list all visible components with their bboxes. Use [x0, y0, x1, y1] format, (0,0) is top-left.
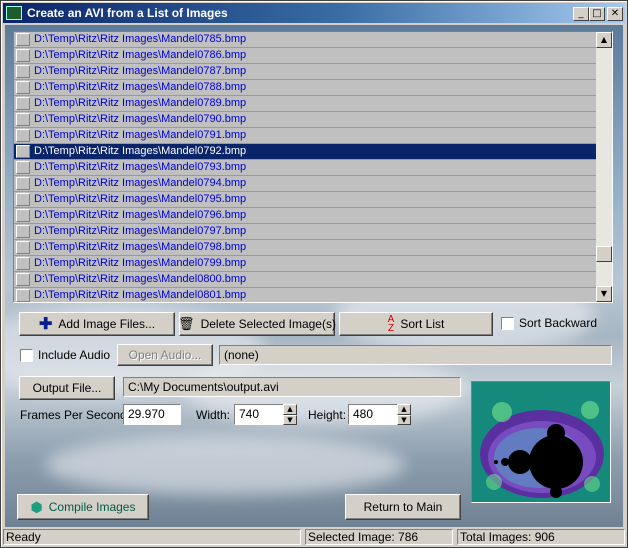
sort-list-button[interactable]: AZ Sort List — [339, 312, 493, 336]
scroll-down-button[interactable]: ▼ — [596, 286, 612, 302]
sort-backward-label: Sort Backward — [519, 316, 598, 330]
row-handle[interactable] — [16, 273, 30, 286]
sort-backward-checkbox[interactable] — [501, 317, 514, 330]
audio-file-field: (none) — [219, 345, 612, 365]
include-audio-checkbox[interactable] — [20, 349, 33, 362]
list-item[interactable]: D:\Temp\Ritz\Ritz Images\Mandel0794.bmp — [14, 176, 596, 192]
film-icon — [6, 6, 22, 20]
output-path-field[interactable]: C:\My Documents\output.avi — [123, 377, 461, 397]
file-path: D:\Temp\Ritz\Ritz Images\Mandel0801.bmp — [34, 289, 247, 301]
fps-input[interactable]: 29.970 — [123, 404, 181, 425]
status-total-images: Total Images: 906 — [457, 529, 625, 545]
list-item[interactable]: D:\Temp\Ritz\Ritz Images\Mandel0799.bmp — [14, 256, 596, 272]
row-handle[interactable] — [16, 49, 30, 62]
status-bar: Ready Selected Image: 786 Total Images: … — [3, 529, 625, 545]
file-path: D:\Temp\Ritz\Ritz Images\Mandel0795.bmp — [34, 193, 247, 205]
width-label: Width: — [196, 408, 231, 422]
list-item[interactable]: D:\Temp\Ritz\Ritz Images\Mandel0791.bmp — [14, 128, 596, 144]
list-item[interactable]: D:\Temp\Ritz\Ritz Images\Mandel0798.bmp — [14, 240, 596, 256]
row-handle[interactable] — [16, 241, 30, 254]
list-item[interactable]: D:\Temp\Ritz\Ritz Images\Mandel0788.bmp — [14, 80, 596, 96]
list-item[interactable]: D:\Temp\Ritz\Ritz Images\Mandel0801.bmp — [14, 288, 596, 302]
file-path: D:\Temp\Ritz\Ritz Images\Mandel0785.bmp — [34, 33, 247, 45]
list-item[interactable]: D:\Temp\Ritz\Ritz Images\Mandel0789.bmp — [14, 96, 596, 112]
file-path: D:\Temp\Ritz\Ritz Images\Mandel0790.bmp — [34, 113, 247, 125]
list-scrollbar[interactable]: ▲ ▼ — [596, 32, 612, 302]
row-handle[interactable] — [16, 225, 30, 238]
scroll-thumb[interactable] — [596, 246, 612, 262]
list-item[interactable]: D:\Temp\Ritz\Ritz Images\Mandel0785.bmp — [14, 32, 596, 48]
return-to-main-button[interactable]: Return to Main — [345, 494, 461, 520]
row-handle[interactable] — [16, 177, 30, 190]
list-item[interactable]: D:\Temp\Ritz\Ritz Images\Mandel0800.bmp — [14, 272, 596, 288]
row-handle[interactable] — [16, 145, 30, 158]
row-handle[interactable] — [16, 129, 30, 142]
fps-label: Frames Per Second: — [20, 408, 131, 422]
trash-icon: 🗑 — [178, 316, 195, 331]
sort-az-icon: AZ — [387, 314, 395, 334]
height-stepper[interactable]: ▲ ▼ — [397, 404, 411, 425]
open-audio-button[interactable]: Open Audio... — [117, 344, 213, 366]
list-item[interactable]: D:\Temp\Ritz\Ritz Images\Mandel0793.bmp — [14, 160, 596, 176]
row-handle[interactable] — [16, 113, 30, 126]
width-input[interactable]: 740 — [234, 404, 284, 425]
add-image-files-button[interactable]: ✚ Add Image Files... — [19, 312, 175, 336]
scroll-up-button[interactable]: ▲ — [596, 32, 612, 48]
mandelbrot-preview-image — [472, 382, 610, 502]
output-file-button[interactable]: Output File... — [19, 376, 115, 400]
minimize-button[interactable]: _ — [573, 7, 589, 21]
file-path: D:\Temp\Ritz\Ritz Images\Mandel0791.bmp — [34, 129, 247, 141]
image-preview — [471, 381, 611, 503]
status-selected-image: Selected Image: 786 — [305, 529, 453, 545]
file-path: D:\Temp\Ritz\Ritz Images\Mandel0793.bmp — [34, 161, 247, 173]
row-handle[interactable] — [16, 33, 30, 46]
file-path: D:\Temp\Ritz\Ritz Images\Mandel0794.bmp — [34, 177, 247, 189]
row-handle[interactable] — [16, 257, 30, 270]
plus-icon: ✚ — [38, 316, 53, 333]
row-handle[interactable] — [16, 209, 30, 222]
file-path: D:\Temp\Ritz\Ritz Images\Mandel0798.bmp — [34, 241, 247, 253]
list-item[interactable]: D:\Temp\Ritz\Ritz Images\Mandel0787.bmp — [14, 64, 596, 80]
row-handle[interactable] — [16, 193, 30, 206]
background-cloud — [45, 435, 405, 495]
compile-images-button[interactable]: ⬢ Compile Images — [17, 494, 149, 520]
file-path: D:\Temp\Ritz\Ritz Images\Mandel0787.bmp — [34, 65, 247, 77]
window-title: Create an AVI from a List of Images — [27, 6, 228, 20]
list-item[interactable]: D:\Temp\Ritz\Ritz Images\Mandel0790.bmp — [14, 112, 596, 128]
width-stepper[interactable]: ▲ ▼ — [283, 404, 297, 425]
row-handle[interactable] — [16, 97, 30, 110]
include-audio-label: Include Audio — [38, 348, 111, 362]
app-window: Create an AVI from a List of Images _ □ … — [0, 0, 628, 548]
list-item[interactable]: D:\Temp\Ritz\Ritz Images\Mandel0796.bmp — [14, 208, 596, 224]
file-path: D:\Temp\Ritz\Ritz Images\Mandel0792.bmp — [34, 145, 247, 157]
file-path: D:\Temp\Ritz\Ritz Images\Mandel0788.bmp — [34, 81, 247, 93]
list-item[interactable]: D:\Temp\Ritz\Ritz Images\Mandel0795.bmp — [14, 192, 596, 208]
list-item[interactable]: D:\Temp\Ritz\Ritz Images\Mandel0792.bmp — [14, 144, 596, 160]
file-path: D:\Temp\Ritz\Ritz Images\Mandel0786.bmp — [34, 49, 247, 61]
image-file-list[interactable]: D:\Temp\Ritz\Ritz Images\Mandel0785.bmp D… — [13, 31, 613, 303]
file-path: D:\Temp\Ritz\Ritz Images\Mandel0799.bmp — [34, 257, 247, 269]
height-input[interactable]: 480 — [348, 404, 398, 425]
delete-selected-button[interactable]: 🗑 Delete Selected Image(s) — [178, 312, 336, 336]
file-path: D:\Temp\Ritz\Ritz Images\Mandel0800.bmp — [34, 273, 247, 285]
row-handle[interactable] — [16, 289, 30, 302]
row-handle[interactable] — [16, 81, 30, 94]
close-button[interactable]: ✕ — [607, 7, 623, 21]
list-item[interactable]: D:\Temp\Ritz\Ritz Images\Mandel0797.bmp — [14, 224, 596, 240]
row-handle[interactable] — [16, 65, 30, 78]
status-ready: Ready — [3, 529, 301, 545]
title-bar[interactable]: Create an AVI from a List of Images _ □ … — [3, 3, 625, 23]
file-path: D:\Temp\Ritz\Ritz Images\Mandel0797.bmp — [34, 225, 247, 237]
client-area: D:\Temp\Ritz\Ritz Images\Mandel0785.bmp D… — [5, 25, 623, 527]
list-item[interactable]: D:\Temp\Ritz\Ritz Images\Mandel0786.bmp — [14, 48, 596, 64]
maximize-button[interactable]: □ — [589, 7, 605, 21]
height-label: Height: — [308, 408, 347, 422]
row-handle[interactable] — [16, 161, 30, 174]
hexagon-icon: ⬢ — [30, 498, 43, 515]
file-path: D:\Temp\Ritz\Ritz Images\Mandel0796.bmp — [34, 209, 247, 221]
file-path: D:\Temp\Ritz\Ritz Images\Mandel0789.bmp — [34, 97, 247, 109]
